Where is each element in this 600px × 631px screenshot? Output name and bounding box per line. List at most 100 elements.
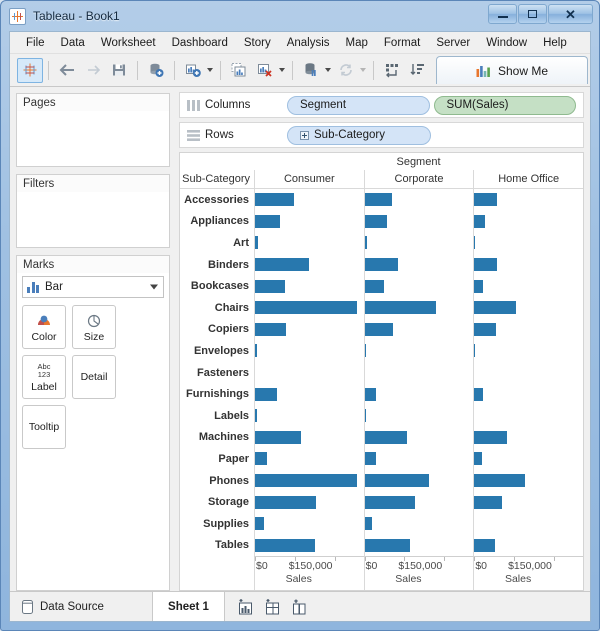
bar-storage-consumer[interactable] xyxy=(255,495,316,509)
bar-binders-consumer[interactable] xyxy=(255,258,310,272)
marks-shelf-detail[interactable]: Detail xyxy=(72,355,116,399)
mark-type-select[interactable]: Bar xyxy=(22,276,164,298)
bar-phones-home-office[interactable] xyxy=(474,474,525,488)
row-header-furnishings[interactable]: Furnishings xyxy=(180,383,254,405)
filters-card-dropzone[interactable] xyxy=(17,192,169,247)
chevron-down-icon[interactable] xyxy=(150,284,158,290)
bar-paper-consumer[interactable] xyxy=(255,452,268,466)
column-header-consumer[interactable]: Consumer xyxy=(254,170,364,188)
swap-axis-icon[interactable] xyxy=(379,58,405,83)
bar-tables-corporate[interactable] xyxy=(364,538,411,552)
x-axis-corporate[interactable]: $0 $150,000 Sales xyxy=(363,556,474,590)
chevron-down-icon[interactable] xyxy=(325,68,331,72)
menu-story[interactable]: Story xyxy=(236,35,279,51)
marks-shelf-color[interactable]: Color xyxy=(22,305,66,349)
bar-labels-consumer[interactable] xyxy=(255,409,257,423)
menu-dashboard[interactable]: Dashboard xyxy=(164,35,236,51)
sort-asc-icon[interactable] xyxy=(405,58,431,83)
bar-storage-corporate[interactable] xyxy=(364,495,416,509)
row-header-art[interactable]: Art xyxy=(180,232,254,254)
row-header-machines[interactable]: Machines xyxy=(180,427,254,449)
pages-card-dropzone[interactable] xyxy=(17,111,169,166)
bar-tables-home-office[interactable] xyxy=(474,538,496,552)
duplicate-sheet-icon[interactable] xyxy=(226,58,252,83)
chevron-down-icon[interactable] xyxy=(279,68,285,72)
menu-help[interactable]: Help xyxy=(535,35,575,51)
arrow-left-icon[interactable] xyxy=(54,58,80,83)
marks-shelf-label[interactable]: Abc 123 Label xyxy=(22,355,66,399)
minimize-button[interactable] xyxy=(488,4,517,24)
bar-envelopes-corporate[interactable] xyxy=(364,344,367,358)
bar-machines-corporate[interactable] xyxy=(364,430,408,444)
menu-window[interactable]: Window xyxy=(478,35,535,51)
row-header-paper[interactable]: Paper xyxy=(180,448,254,470)
row-header-tables[interactable]: Tables xyxy=(180,535,254,557)
show-me-button[interactable]: Show Me xyxy=(436,56,588,84)
menu-format[interactable]: Format xyxy=(376,35,428,51)
bar-phones-corporate[interactable] xyxy=(364,474,429,488)
row-header-phones[interactable]: Phones xyxy=(180,470,254,492)
row-header-labels[interactable]: Labels xyxy=(180,405,254,427)
columns-shelf[interactable]: Columns Segment SUM(Sales) xyxy=(179,92,584,118)
data-source-tab[interactable]: Data Source xyxy=(10,592,153,621)
bar-furnishings-corporate[interactable] xyxy=(364,387,377,401)
bar-copiers-corporate[interactable] xyxy=(364,322,394,336)
refresh-icon[interactable] xyxy=(333,58,359,83)
bar-binders-corporate[interactable] xyxy=(364,258,398,272)
bar-supplies-corporate[interactable] xyxy=(364,517,372,531)
bar-appliances-home-office[interactable] xyxy=(474,214,486,228)
bar-accessories-home-office[interactable] xyxy=(474,193,498,207)
bar-appliances-consumer[interactable] xyxy=(255,214,281,228)
bar-chairs-consumer[interactable] xyxy=(255,301,358,315)
chevron-down-icon[interactable] xyxy=(360,68,366,72)
bar-art-corporate[interactable] xyxy=(364,236,367,250)
bar-tables-consumer[interactable] xyxy=(255,538,316,552)
rows-shelf[interactable]: Rows Sub-Category xyxy=(179,122,584,148)
bar-chairs-corporate[interactable] xyxy=(364,301,437,315)
bar-accessories-consumer[interactable] xyxy=(255,193,294,207)
bar-storage-home-office[interactable] xyxy=(474,495,502,509)
bar-furnishings-home-office[interactable] xyxy=(474,387,484,401)
clear-sheet-icon[interactable] xyxy=(252,58,278,83)
tableau-sparkle-icon[interactable] xyxy=(17,57,43,83)
menu-data[interactable]: Data xyxy=(53,35,93,51)
x-axis-consumer[interactable]: $0 $150,000 Sales xyxy=(254,556,364,590)
menu-worksheet[interactable]: Worksheet xyxy=(93,35,164,51)
floppy-disk-icon[interactable] xyxy=(106,58,132,83)
bar-machines-home-office[interactable] xyxy=(474,430,508,444)
chevron-down-icon[interactable] xyxy=(207,68,213,72)
pause-data-icon[interactable] xyxy=(298,58,324,83)
bar-appliances-corporate[interactable] xyxy=(364,214,387,228)
row-header-supplies[interactable]: Supplies xyxy=(180,513,254,535)
row-header-storage[interactable]: Storage xyxy=(180,491,254,513)
maximize-button[interactable] xyxy=(518,4,547,24)
new-dashboard-tab-icon[interactable] xyxy=(263,598,281,616)
bar-furnishings-consumer[interactable] xyxy=(255,387,277,401)
row-header-accessories[interactable]: Accessories xyxy=(180,189,254,211)
row-header-fasteners[interactable]: Fasteners xyxy=(180,362,254,384)
row-header-envelopes[interactable]: Envelopes xyxy=(180,340,254,362)
bar-paper-home-office[interactable] xyxy=(474,452,483,466)
row-header-appliances[interactable]: Appliances xyxy=(180,211,254,233)
marks-shelf-size[interactable]: Size xyxy=(72,305,116,349)
bar-envelopes-home-office[interactable] xyxy=(474,344,476,358)
row-header-copiers[interactable]: Copiers xyxy=(180,319,254,341)
bar-accessories-corporate[interactable] xyxy=(364,193,392,207)
bar-chairs-home-office[interactable] xyxy=(474,301,517,315)
bar-art-home-office[interactable] xyxy=(474,236,476,250)
bar-labels-corporate[interactable] xyxy=(364,409,366,423)
menu-server[interactable]: Server xyxy=(428,35,478,51)
bar-paper-corporate[interactable] xyxy=(364,452,376,466)
bar-phones-consumer[interactable] xyxy=(255,474,357,488)
bar-bookcases-consumer[interactable] xyxy=(255,279,285,293)
pill-sub-category[interactable]: Sub-Category xyxy=(287,125,431,145)
new-worksheet-icon[interactable] xyxy=(180,58,206,83)
close-button[interactable]: ✕ xyxy=(548,4,593,24)
sheet-tab-sheet-1[interactable]: Sheet 1 xyxy=(153,592,225,621)
new-worksheet-tab-icon[interactable] xyxy=(236,598,254,616)
bar-bookcases-corporate[interactable] xyxy=(364,279,385,293)
column-header-corporate[interactable]: Corporate xyxy=(363,170,474,188)
menu-analysis[interactable]: Analysis xyxy=(279,35,338,51)
marks-shelf-tooltip[interactable]: Tooltip xyxy=(22,405,66,449)
row-header-chairs[interactable]: Chairs xyxy=(180,297,254,319)
